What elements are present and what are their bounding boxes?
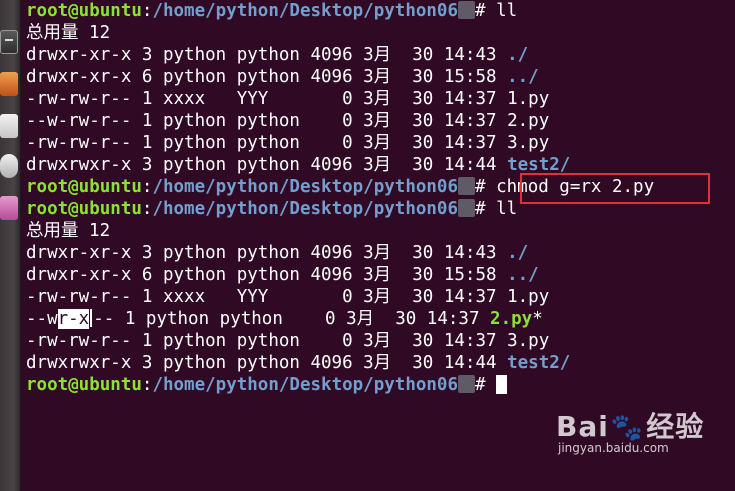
file-meta: 1 python python 0 3月 30 14:37 xyxy=(131,331,508,351)
prompt-hash: # xyxy=(475,177,486,197)
prompt-path: /home/python/Desktop/python06 xyxy=(152,1,458,21)
redaction-mask xyxy=(458,177,475,195)
command-text: ll xyxy=(485,199,518,219)
listing-block: drwxr-xr-x 3 python python 4096 3月 30 14… xyxy=(26,242,735,374)
file-meta: 1 python python 0 3月 30 14:37 xyxy=(131,111,508,131)
listing-row: -rw-rw-r-- 1 xxxx YYY 0 3月 30 14:37 1.py xyxy=(26,88,735,110)
file-meta: 1 xxxx YYY 0 3月 30 14:37 xyxy=(131,89,508,109)
file-name: test2/ xyxy=(507,353,571,373)
file-meta: 3 python python 4096 3月 30 14:43 xyxy=(131,243,508,263)
file-permissions: -rw-rw-r-- xyxy=(26,89,132,109)
file-name: ./ xyxy=(507,243,529,263)
prompt-hash: # xyxy=(475,375,486,395)
text-cursor xyxy=(496,375,508,394)
file-meta: 1 python python 0 3月 30 14:37 xyxy=(131,133,508,153)
terminal-window: root@ubuntu:/home/python/Desktop/python0… xyxy=(0,0,735,491)
prompt-user-host: root@ubuntu xyxy=(26,199,142,219)
file-permissions: drwxr-xr-x xyxy=(26,265,132,285)
file-name: ../ xyxy=(507,265,539,285)
file-permissions: drwxr-xr-x xyxy=(26,243,132,263)
file-name: ../ xyxy=(507,67,539,87)
file-permissions: -rw-rw-r-- xyxy=(26,331,132,351)
baidu-paw-icon: 🐾 xyxy=(610,413,645,443)
selected-text: r-x xyxy=(57,309,90,329)
file-permissions: drwxrwxr-x xyxy=(26,353,132,373)
unity-launcher xyxy=(0,0,21,491)
file-meta: 6 python python 4096 3月 30 15:58 xyxy=(131,67,508,87)
terminal-icon[interactable] xyxy=(0,30,18,54)
listing-row: --wr-x -- 1 python python 0 3月 30 14:37 2… xyxy=(26,308,735,330)
file-meta: 6 python python 4096 3月 30 15:58 xyxy=(131,265,508,285)
file-meta: 3 python python 4096 3月 30 14:44 xyxy=(131,353,508,373)
prompt-line: root@ubuntu:/home/python/Desktop/python0… xyxy=(26,1,518,21)
settings-icon[interactable] xyxy=(0,154,18,178)
file-name: 1.py xyxy=(507,287,550,307)
redaction-mask xyxy=(458,199,475,217)
prompt-path: /home/python/Desktop/python06 xyxy=(152,375,458,395)
prompt-line: root@ubuntu:/home/python/Desktop/python0… xyxy=(26,374,735,396)
prompt-user-host: root@ubuntu xyxy=(26,375,142,395)
listing-row: drwxr-xr-x 6 python python 4096 3月 30 15… xyxy=(26,66,735,88)
listing-row: drwxr-xr-x 3 python python 4096 3月 30 14… xyxy=(26,242,735,264)
file-name: 2.py* xyxy=(490,309,543,329)
file-meta: 1 python python 0 3月 30 14:37 xyxy=(114,309,491,329)
file-permissions: drwxrwxr-x xyxy=(26,155,132,175)
file-permissions: --w-rw-r-- xyxy=(26,111,132,131)
file-meta: 3 python python 4096 3月 30 14:43 xyxy=(131,45,508,65)
command-highlight-box xyxy=(520,173,710,204)
watermark-logo-text: Bai xyxy=(556,410,609,443)
file-permissions: drwxr-xr-x xyxy=(26,45,132,65)
help-icon[interactable] xyxy=(0,196,18,220)
prompt-user-host: root@ubuntu xyxy=(26,177,142,197)
file-name: 3.py xyxy=(507,133,550,153)
baidu-watermark: Bai🐾经验 jingyan.baidu.com xyxy=(556,405,716,475)
file-name: test2/ xyxy=(507,155,571,175)
command-text: ll xyxy=(485,1,518,21)
total-line: 总用量 12 xyxy=(26,221,111,241)
prompt-path: /home/python/Desktop/python06 xyxy=(152,177,458,197)
listing-row: -rw-rw-r-- 1 python python 0 3月 30 14:37… xyxy=(26,132,735,154)
total-line: 总用量 12 xyxy=(26,23,111,43)
file-name: ./ xyxy=(507,45,529,65)
file-permissions: -rw-rw-r-- xyxy=(26,287,132,307)
watermark-logo-tail: 经验 xyxy=(646,410,705,443)
prompt-path: /home/python/Desktop/python06 xyxy=(152,199,458,219)
listing-row: --w-rw-r-- 1 python python 0 3月 30 14:37… xyxy=(26,110,735,132)
file-permissions: --wr-x -- xyxy=(26,309,115,329)
file-permissions: drwxr-xr-x xyxy=(26,67,132,87)
impress-icon[interactable] xyxy=(0,72,18,96)
redaction-mask xyxy=(458,375,475,393)
prompt-hash: # xyxy=(475,1,486,21)
listing-row: -rw-rw-r-- 1 xxxx YYY 0 3月 30 14:37 1.py xyxy=(26,286,735,308)
file-name: 1.py xyxy=(507,89,550,109)
listing-row: drwxr-xr-x 3 python python 4096 3月 30 14… xyxy=(26,44,735,66)
ibeam-cursor-icon xyxy=(90,309,93,327)
prompt-hash: # xyxy=(475,199,486,219)
file-meta: 3 python python 4096 3月 30 14:44 xyxy=(131,155,508,175)
file-name: 2.py xyxy=(507,111,550,131)
prompt-user-host: root@ubuntu xyxy=(26,1,142,21)
file-permissions: -rw-rw-r-- xyxy=(26,133,132,153)
listing-block: drwxr-xr-x 3 python python 4096 3月 30 14… xyxy=(26,44,735,176)
listing-row: -rw-rw-r-- 1 python python 0 3月 30 14:37… xyxy=(26,330,735,352)
calc-icon[interactable] xyxy=(0,114,18,138)
file-name: 3.py xyxy=(507,331,550,351)
redaction-mask xyxy=(458,1,475,19)
file-meta: 1 xxxx YYY 0 3月 30 14:37 xyxy=(131,287,508,307)
listing-row: drwxr-xr-x 6 python python 4096 3月 30 15… xyxy=(26,264,735,286)
listing-row: drwxrwxr-x 3 python python 4096 3月 30 14… xyxy=(26,352,735,374)
